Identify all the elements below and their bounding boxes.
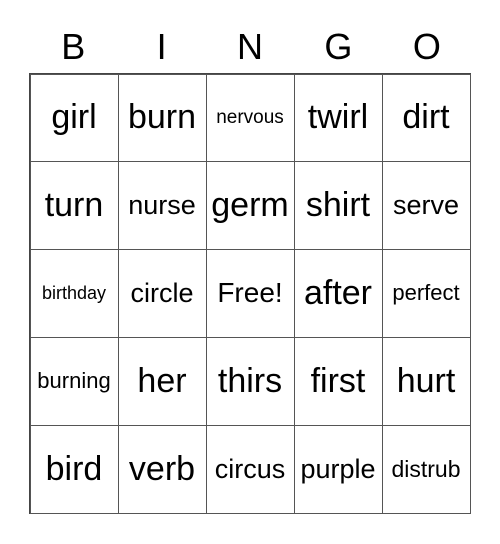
bingo-cell: serve [381,161,471,251]
bingo-cell: perfect [381,249,471,338]
bingo-cell: dirt [381,73,471,163]
bingo-cell: turn [29,161,119,251]
bingo-cell: bird [29,424,119,514]
bingo-cell: after [293,249,383,338]
bingo-cell: germ [205,161,295,251]
bingo-cell: first [293,336,383,426]
bingo-header: B I N G O [29,22,471,72]
bingo-cell: Free! [205,249,295,338]
bingo-cell: twirl [293,73,383,163]
bingo-cell: birthday [29,249,119,338]
bingo-cell: her [117,336,207,426]
bingo-cell: distrub [381,424,471,514]
bingo-cell: hurt [381,336,471,426]
bingo-grid: girl burn nervous twirl dirt turn nurse germ shi… [29,73,471,514]
bingo-cell: verb [117,424,207,514]
header-letter-i: I [156,26,167,67]
bingo-cell: burn [117,73,207,163]
bingo-cell: nurse [117,161,207,251]
header-letter-g: G [324,26,353,67]
bingo-cell: burning [29,336,119,426]
header-letter-n: N [237,26,264,67]
bingo-cell: girl [29,73,119,163]
bingo-cell: thirs [205,336,295,426]
header-letter-o: O [412,26,441,67]
bingo-cell: shirt [293,161,383,251]
bingo-cell: nervous [205,73,295,163]
header-letter-b: B [61,26,86,67]
bingo-cell: purple [293,424,383,514]
bingo-cell: circus [205,424,295,514]
bingo-cell: circle [117,249,207,338]
